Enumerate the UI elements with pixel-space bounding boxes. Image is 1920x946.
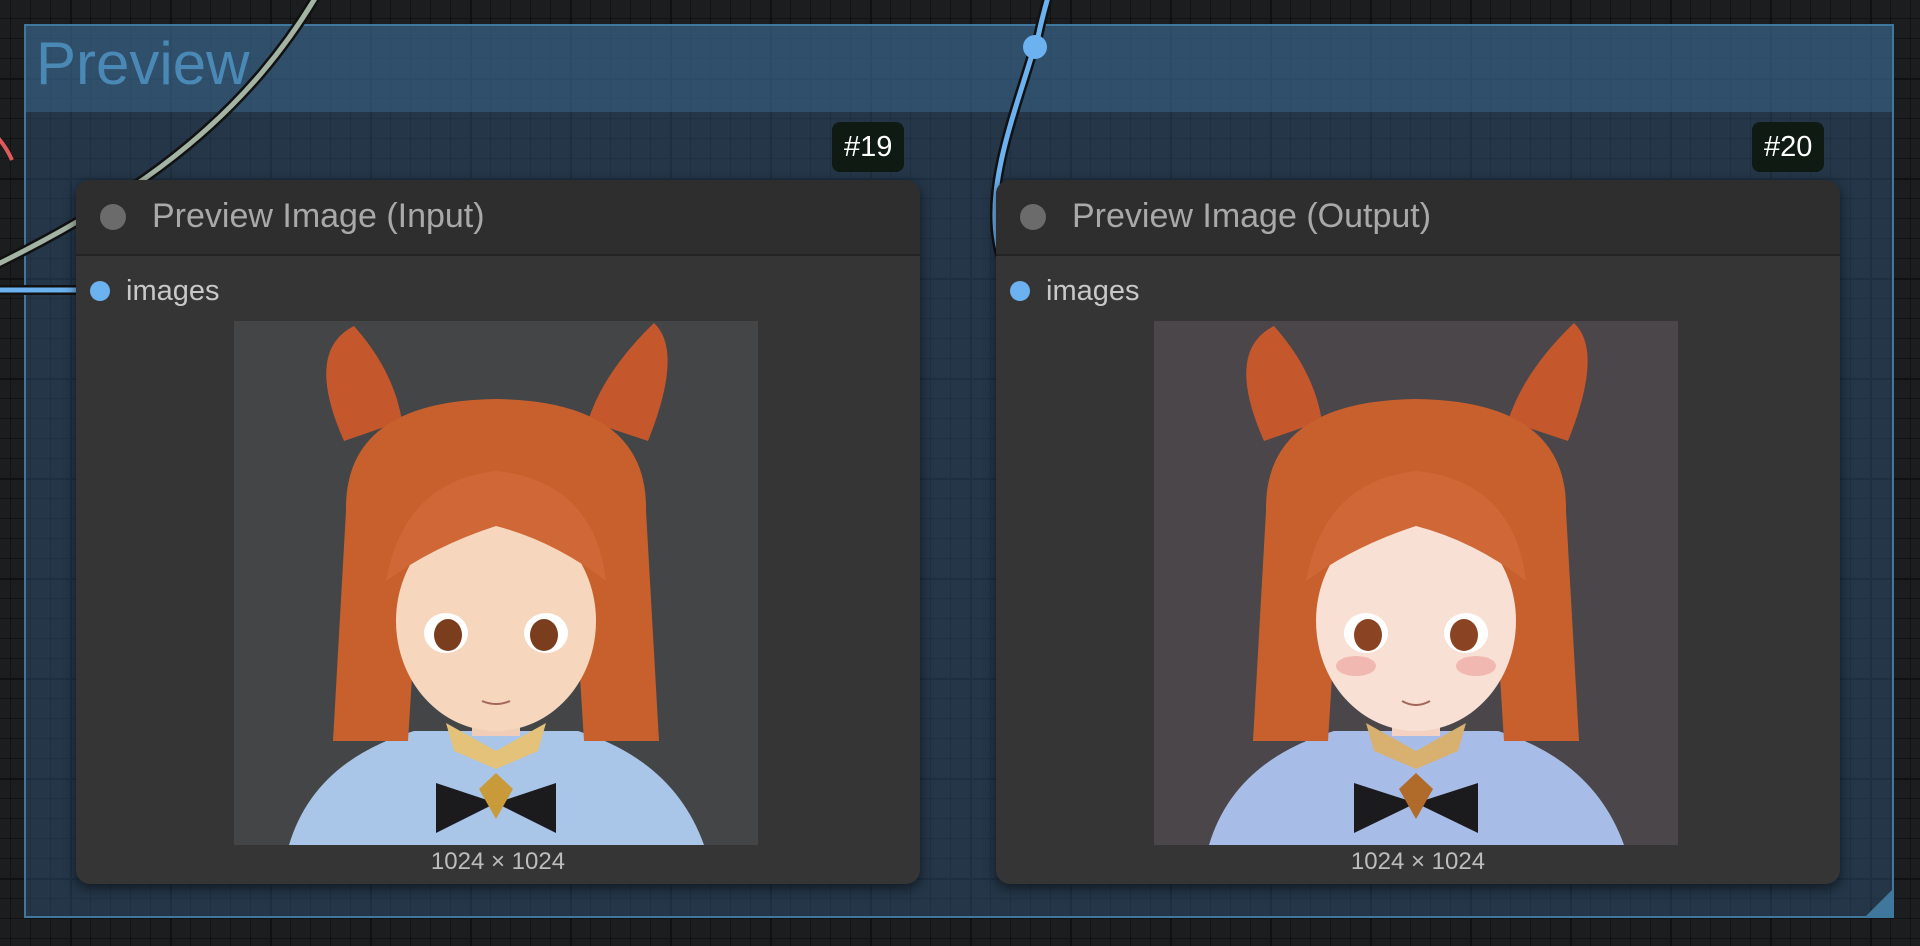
node-title-bar[interactable]: Preview Image (Input) [76, 180, 920, 256]
input-slot-label: images [126, 275, 220, 307]
node-graph-canvas[interactable]: Preview #19 Preview Image (Input) images [0, 0, 1920, 946]
node-title-bar[interactable]: Preview Image (Output) [996, 180, 1840, 256]
collapse-dot-icon[interactable] [100, 204, 126, 230]
image-dimensions: 1024 × 1024 [1350, 848, 1486, 875]
input-slot-dot-icon[interactable] [1010, 281, 1030, 301]
node-title: Preview Image (Output) [1072, 197, 1432, 235]
preview-image[interactable] [234, 321, 758, 845]
input-slot-label: images [1046, 275, 1140, 307]
character-portrait-image [1209, 323, 1624, 845]
image-dimensions: 1024 × 1024 [430, 848, 566, 875]
node-id-badge-output: #20 [1752, 122, 1825, 172]
collapse-dot-icon[interactable] [1020, 204, 1046, 230]
node-preview-image-input[interactable]: Preview Image (Input) images 1024 × 1024 [76, 180, 920, 884]
character-portrait-image [289, 323, 704, 845]
preview-image[interactable] [1154, 321, 1678, 845]
red-wire [0, 137, 14, 161]
node-id-badge-input: #19 [832, 122, 905, 172]
wire-reroute-dot[interactable] [1023, 35, 1047, 59]
input-slot-dot-icon[interactable] [90, 281, 110, 301]
node-preview-image-output[interactable]: Preview Image (Output) images 1024 × 102… [996, 180, 1840, 884]
node-title: Preview Image (Input) [152, 197, 485, 235]
